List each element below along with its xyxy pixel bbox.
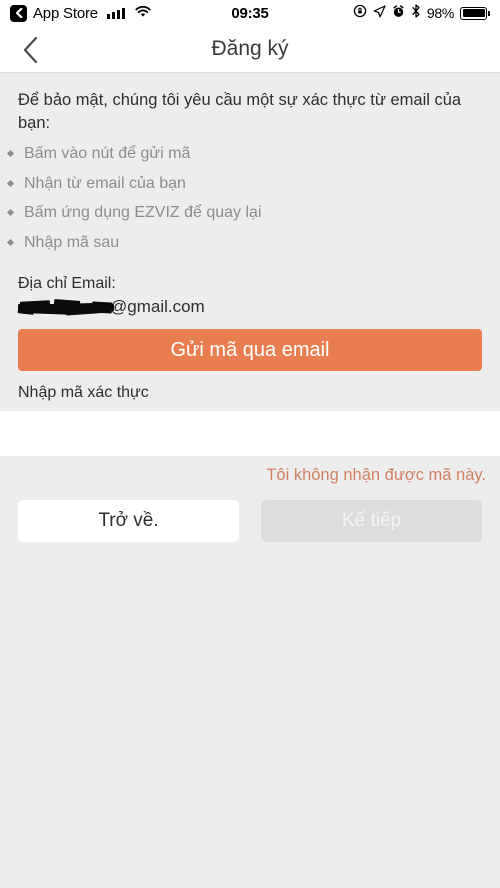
send-code-button[interactable]: Gửi mã qua email	[18, 329, 482, 372]
list-item: Bấm vào nút để gửi mã	[0, 144, 500, 165]
navigation-bar: Đăng ký	[0, 26, 500, 73]
steps-list: Bấm vào nút để gửi mã Nhận từ email của …	[0, 144, 500, 254]
did-not-receive-code-link[interactable]: Tôi không nhận được mã này.	[266, 466, 486, 485]
list-item: Bấm ứng dụng EZVIZ để quay lại	[0, 203, 500, 224]
button-row: Trở về. Kế tiếp	[0, 485, 500, 543]
email-address-label: Địa chỉ Email:	[18, 275, 116, 293]
resend-row: Tôi không nhận được mã này.	[0, 456, 500, 485]
email-domain-text: @gmail.com	[110, 297, 205, 317]
bluetooth-icon	[411, 4, 421, 22]
content-area: Để bảo mật, chúng tôi yêu cầu một sự xác…	[0, 73, 500, 543]
list-item: Nhập mã sau	[0, 233, 500, 254]
rotation-lock-icon	[353, 4, 367, 22]
next-button[interactable]: Kế tiếp	[261, 500, 482, 543]
battery-percent-label: 98%	[426, 5, 454, 21]
status-bar: App Store 09:35 98%	[0, 0, 500, 26]
nav-back-button[interactable]	[22, 26, 39, 73]
verification-code-label: Nhập mã xác thực	[18, 384, 149, 402]
page-title: Đăng ký	[211, 37, 289, 60]
intro-text: Để bảo mật, chúng tôi yêu cầu một sự xác…	[18, 91, 462, 133]
back-button[interactable]: Trở về.	[18, 500, 239, 543]
battery-icon	[460, 6, 490, 20]
chevron-left-icon	[23, 36, 38, 63]
status-bar-right: 98%	[353, 4, 490, 22]
phone-screen: App Store 09:35 98% Đăng ký Để bảo mật, …	[0, 0, 500, 888]
alarm-clock-icon	[392, 4, 405, 22]
redacted-email-username	[17, 298, 114, 316]
location-arrow-icon	[373, 4, 386, 22]
list-item: Nhận từ email của bạn	[0, 174, 500, 195]
email-address-value: @gmail.com	[0, 293, 500, 317]
verification-code-input[interactable]	[0, 411, 500, 457]
